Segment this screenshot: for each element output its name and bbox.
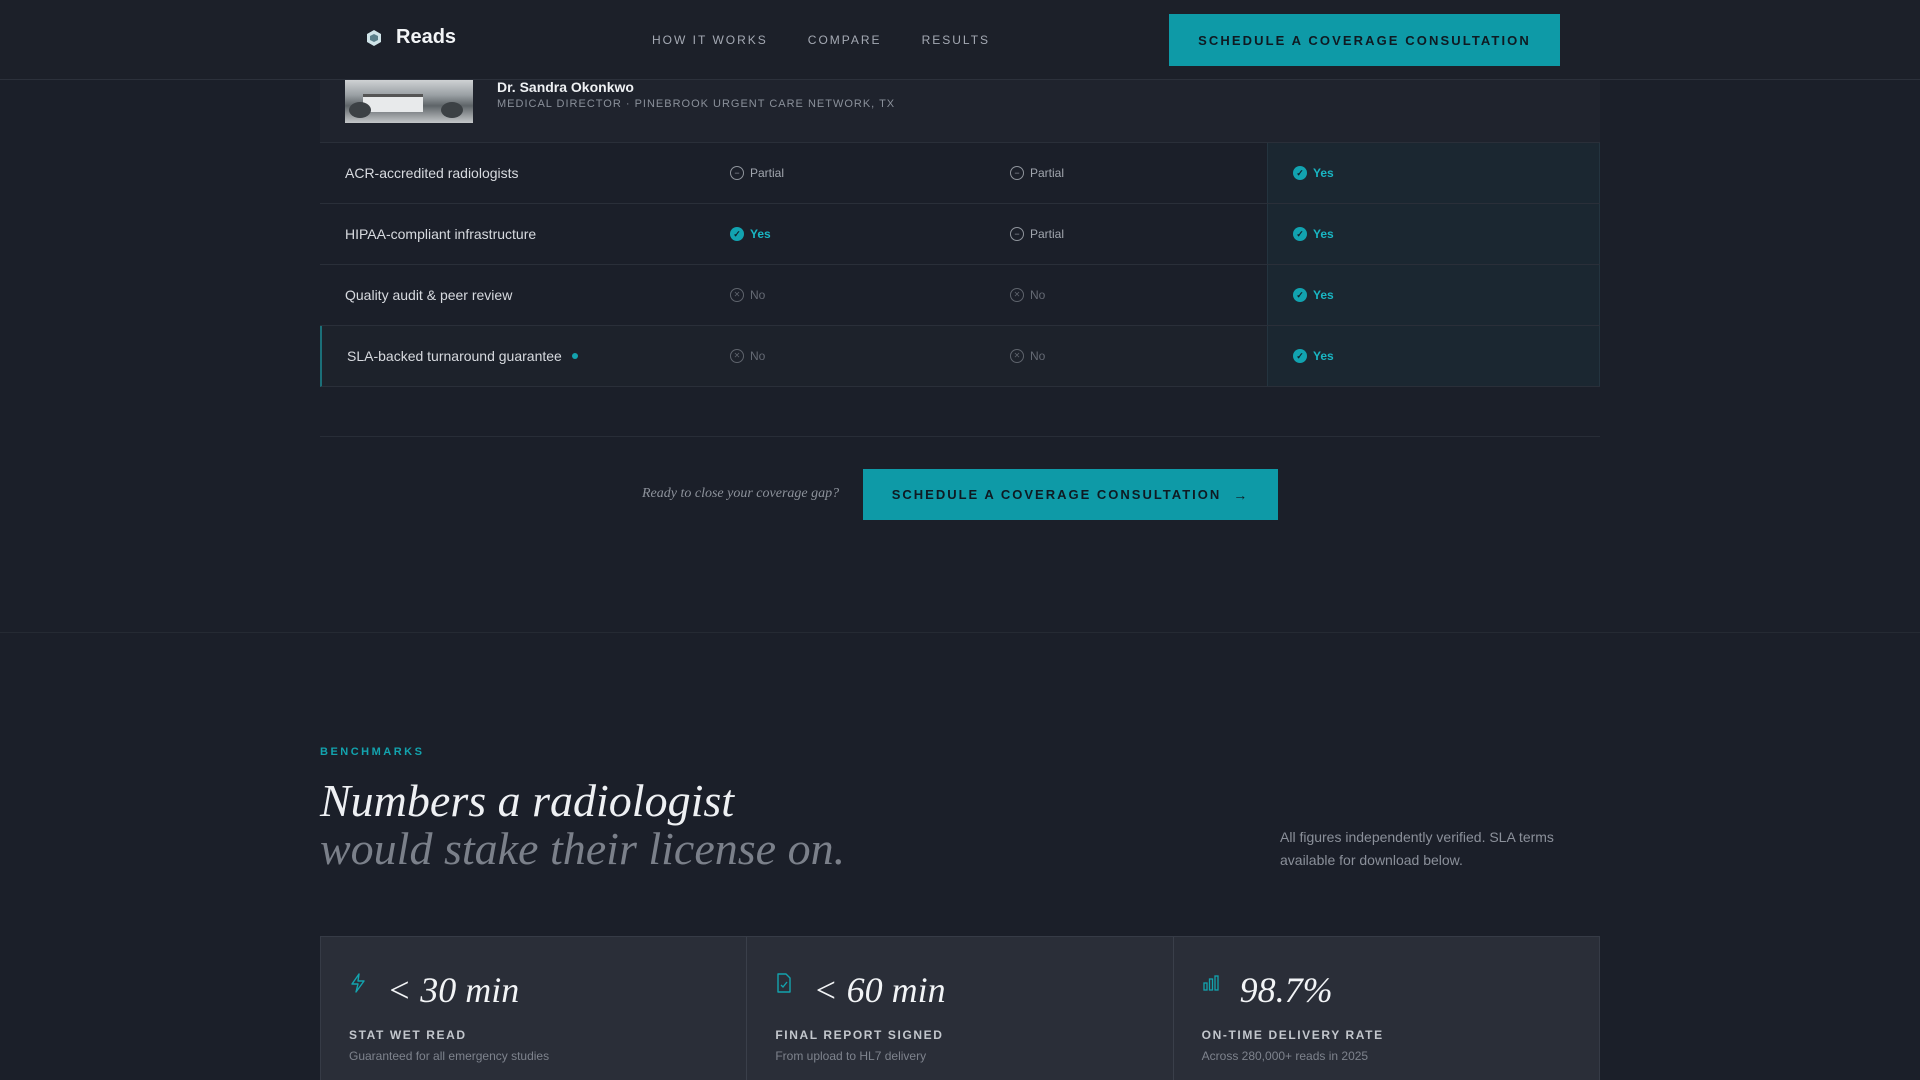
check-icon: ✓ — [730, 227, 744, 241]
verification-note: All figures independently verified. SLA … — [1280, 829, 1554, 868]
benchmark-card: < 60 min FINAL REPORT SIGNED From upload… — [747, 937, 1174, 1080]
section-headline-line2: would stake their license on. — [320, 823, 846, 874]
benchmark-subtext: Across 280,000+ reads in 2025 — [1201, 1049, 1369, 1063]
yes-cell: ✓ Yes — [1293, 349, 1334, 363]
section-eyebrow: BENCHMARKS — [320, 746, 425, 758]
benchmark-value: 98.7% — [1239, 970, 1333, 1010]
brand-logo-icon — [367, 29, 381, 46]
no-cell: ✕ No — [730, 288, 765, 302]
no-cell: ✕ No — [1010, 288, 1045, 302]
partial-icon: − — [1010, 227, 1024, 241]
partial-cell: − Partial — [1010, 227, 1064, 241]
arrow-right-icon: → — [1233, 486, 1250, 503]
check-icon: ✓ — [1293, 227, 1307, 241]
yes-cell: ✓ Yes — [730, 227, 771, 241]
highlight-dot-icon — [571, 353, 578, 359]
partial-icon: − — [730, 166, 744, 180]
feature-label: ACR-accredited radiologists — [345, 165, 519, 181]
benchmark-value: < 60 min — [813, 970, 946, 1010]
benchmark-value: < 30 min — [387, 970, 520, 1010]
nav-links: HOW IT WORKS COMPARE RESULTS — [652, 33, 990, 47]
cta-question: Ready to close your coverage gap? — [642, 486, 840, 501]
x-circle-icon: ✕ — [1010, 349, 1024, 363]
partial-cell: − Partial — [1010, 166, 1064, 180]
divider — [320, 436, 1600, 437]
benchmark-card: < 30 min STAT WET READ Guaranteed for al… — [321, 937, 748, 1080]
brand[interactable]: Reads — [364, 26, 456, 49]
clinic-photo — [345, 80, 473, 123]
brand-name: Reads — [396, 26, 457, 48]
table-row: Quality audit & peer review ✕ No ✕ No ✓ Yes — [320, 265, 1600, 326]
benchmark-card: 98.7% ON-TIME DELIVERY RATE Across 280,0… — [1173, 937, 1599, 1080]
check-icon: ✓ — [1293, 166, 1307, 180]
cta-button-label: SCHEDULE A COVERAGE CONSULTATION — [891, 487, 1222, 502]
section-headline-line1: Numbers a radiologist — [320, 775, 735, 826]
lightning-icon — [351, 973, 365, 993]
table-row: HIPAA-compliant infrastructure ✓ Yes − Par… — [320, 204, 1600, 265]
no-cell: ✕ No — [730, 349, 765, 363]
x-circle-icon: ✕ — [730, 349, 744, 363]
benchmark-label: FINAL REPORT SIGNED — [775, 1028, 944, 1042]
nav-link-compare[interactable]: COMPARE — [808, 33, 882, 47]
table-row: ACR-accredited radiologists − Partial − Pa… — [320, 143, 1600, 204]
testimonial-name: Dr. Sandra Okonkwo — [497, 79, 634, 95]
top-nav: Reads HOW IT WORKS COMPARE RESULTS SCHED… — [0, 0, 1920, 80]
nav-link-how-it-works[interactable]: HOW IT WORKS — [652, 33, 768, 47]
comparison-table: ACR-accredited radiologists − Partial − Pa… — [320, 143, 1600, 387]
partial-cell: − Partial — [730, 166, 784, 180]
section-divider — [0, 632, 1920, 633]
no-cell: ✕ No — [1010, 349, 1045, 363]
schedule-consultation-button[interactable]: SCHEDULE A COVERAGE CONSULTATION → — [863, 469, 1278, 520]
x-circle-icon: ✕ — [730, 288, 744, 302]
nav-link-results[interactable]: RESULTS — [922, 33, 990, 47]
document-check-icon — [777, 973, 792, 993]
benchmark-cards: < 30 min STAT WET READ Guaranteed for al… — [320, 936, 1600, 1080]
benchmark-subtext: From upload to HL7 delivery — [775, 1049, 927, 1063]
x-circle-icon: ✕ — [1010, 288, 1024, 302]
benchmark-subtext: Guaranteed for all emergency studies — [349, 1049, 550, 1063]
testimonial-role: MEDICAL DIRECTOR · PINEBROOK URGENT CARE… — [497, 98, 896, 110]
check-icon: ✓ — [1293, 288, 1307, 302]
partial-icon: − — [1010, 166, 1024, 180]
benchmark-label: ON-TIME DELIVERY RATE — [1201, 1028, 1384, 1042]
yes-cell: ✓ Yes — [1293, 227, 1334, 241]
yes-cell: ✓ Yes — [1293, 166, 1334, 180]
bar-chart-icon — [1203, 975, 1219, 991]
yes-cell: ✓ Yes — [1293, 288, 1334, 302]
benchmark-label: STAT WET READ — [349, 1028, 467, 1042]
nav-schedule-consultation-button[interactable]: SCHEDULE A COVERAGE CONSULTATION — [1169, 14, 1560, 66]
feature-label: SLA-backed turnaround guarantee — [347, 348, 578, 364]
feature-label: HIPAA-compliant infrastructure — [345, 226, 537, 242]
table-row-highlighted: SLA-backed turnaround guarantee ✕ No ✕ No … — [320, 326, 1600, 387]
feature-label: Quality audit & peer review — [345, 287, 513, 303]
check-icon: ✓ — [1293, 349, 1307, 363]
